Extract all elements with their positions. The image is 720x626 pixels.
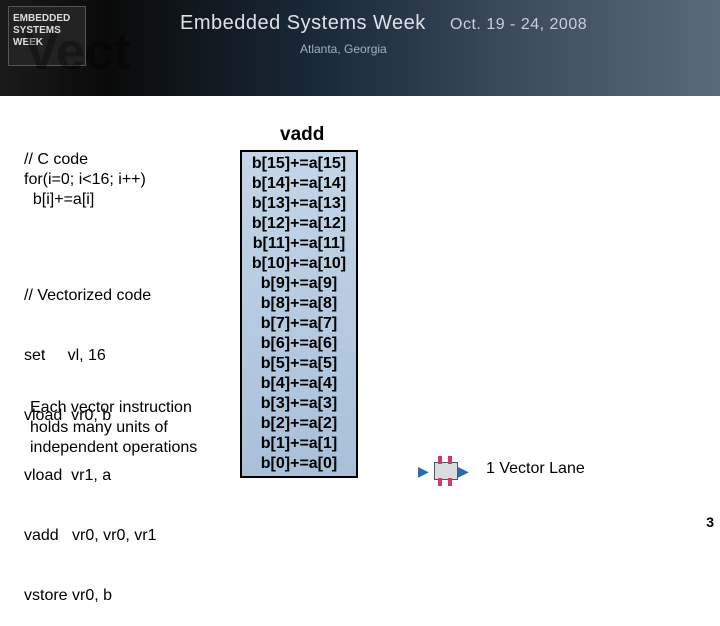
vadd-row: b[15]+=a[15] xyxy=(242,154,356,174)
vect-code-comment: // Vectorized code xyxy=(24,286,157,306)
vadd-operations-box: b[15]+=a[15] b[14]+=a[14] b[13]+=a[13] b… xyxy=(240,150,358,478)
vadd-row: b[6]+=a[6] xyxy=(242,334,356,354)
pin-icon xyxy=(448,478,452,486)
banner-title: Embedded Systems Week Oct. 19 - 24, 2008 xyxy=(180,12,587,35)
vect-code-line: vstore vr0, b xyxy=(24,586,157,606)
arrow-in-left-icon: ▶ xyxy=(418,464,429,478)
pin-icon xyxy=(438,478,442,486)
c-code-comment: // C code xyxy=(24,150,146,170)
pin-icon xyxy=(438,456,442,464)
banner-dates: Oct. 19 - 24, 2008 xyxy=(450,16,587,33)
vect-code-line: set vl, 16 xyxy=(24,346,157,366)
explanation-note: Each vector instruction holds many units… xyxy=(30,398,230,458)
vect-code-line: vadd vr0, vr0, vr1 xyxy=(24,526,157,546)
arrow-out-right-icon: ▶ xyxy=(458,464,469,478)
vadd-heading: vadd xyxy=(280,124,324,146)
vadd-row: b[12]+=a[12] xyxy=(242,214,356,234)
vadd-row: b[7]+=a[7] xyxy=(242,314,356,334)
c-code-block: // C code for(i=0; i<16; i++) b[i]+=a[i] xyxy=(24,150,146,210)
vadd-row: b[10]+=a[10] xyxy=(242,254,356,274)
vadd-row: b[2]+=a[2] xyxy=(242,414,356,434)
banner-title-text: Embedded Systems Week xyxy=(180,12,426,34)
vadd-row: b[8]+=a[8] xyxy=(242,294,356,314)
vadd-row: b[0]+=a[0] xyxy=(242,454,356,474)
vadd-row: b[9]+=a[9] xyxy=(242,274,356,294)
vector-lane-icon: ▶ ▶ xyxy=(418,458,468,484)
vadd-row: b[1]+=a[1] xyxy=(242,434,356,454)
vadd-row: b[3]+=a[3] xyxy=(242,394,356,414)
vadd-row: b[13]+=a[13] xyxy=(242,194,356,214)
vadd-row: b[5]+=a[5] xyxy=(242,354,356,374)
vadd-row: b[14]+=a[14] xyxy=(242,174,356,194)
pin-icon xyxy=(448,456,452,464)
vect-code-line: vload vr1, a xyxy=(24,466,157,486)
vadd-row: b[4]+=a[4] xyxy=(242,374,356,394)
page-number: 3 xyxy=(706,514,714,530)
slide-title-overlay: Vect xyxy=(24,22,131,82)
vector-lane-label: 1 Vector Lane xyxy=(486,460,585,478)
banner-location: Atlanta, Georgia xyxy=(300,42,387,56)
vadd-row: b[11]+=a[11] xyxy=(242,234,356,254)
c-code-line: b[i]+=a[i] xyxy=(24,190,146,210)
c-code-line: for(i=0; i<16; i++) xyxy=(24,170,146,190)
